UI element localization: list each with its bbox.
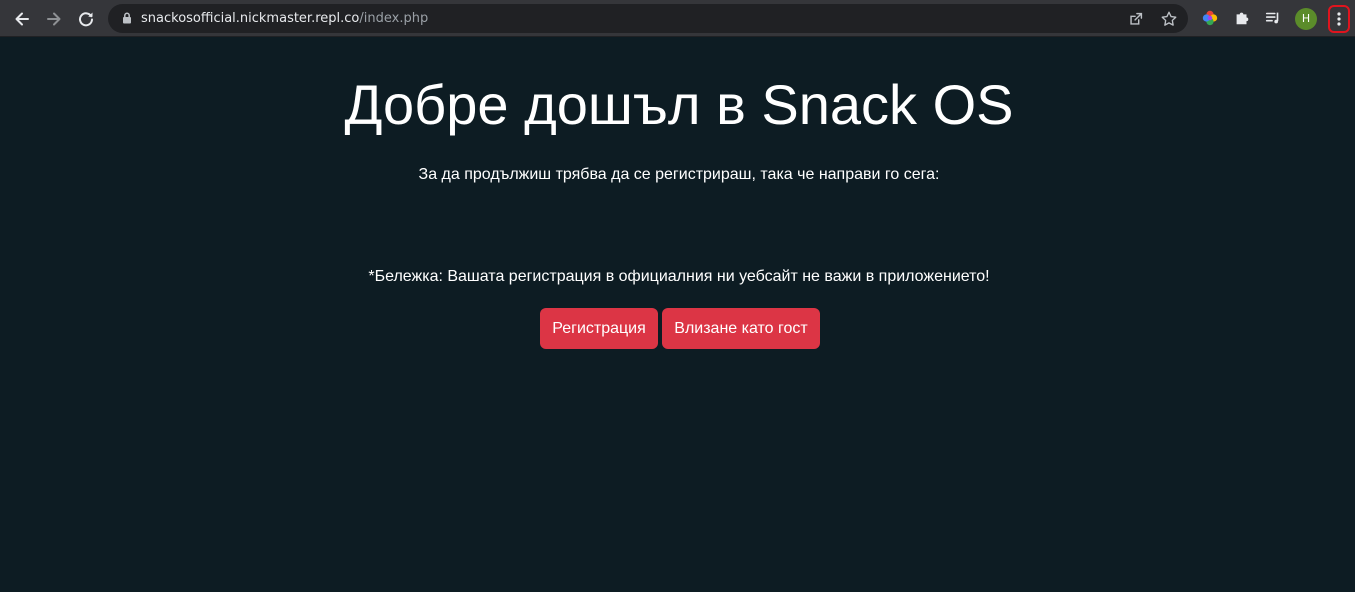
forward-button[interactable] xyxy=(41,6,67,32)
url-host: snackosofficial.nickmaster.repl.co xyxy=(141,11,360,26)
share-icon xyxy=(1130,12,1143,25)
share-button[interactable] xyxy=(1126,9,1146,29)
register-button[interactable]: Регистрация xyxy=(540,308,658,349)
arrow-left-icon xyxy=(15,12,29,26)
url-text[interactable]: snackosofficial.nickmaster.repl.co/index… xyxy=(141,4,428,33)
profile-avatar[interactable]: H xyxy=(1295,8,1317,30)
back-button[interactable] xyxy=(9,6,35,32)
registration-note: *Бележка: Вашата регистрация в официални… xyxy=(368,268,990,285)
guest-login-button[interactable]: Влизане като гост xyxy=(662,308,820,349)
color-extension-button[interactable] xyxy=(1199,7,1221,29)
registration-prompt: За да продължиш трябва да се регистрираш… xyxy=(418,166,940,183)
reload-button[interactable] xyxy=(73,6,99,32)
bookmark-button[interactable] xyxy=(1159,9,1179,29)
more-vertical-icon xyxy=(1337,12,1341,26)
star-icon xyxy=(1161,11,1177,26)
browser-menu-button[interactable] xyxy=(1328,5,1350,33)
lock-icon[interactable] xyxy=(120,11,134,25)
page-content: Добре дошъл в Snack OS За да продължиш т… xyxy=(0,37,1355,592)
media-control-button[interactable] xyxy=(1262,7,1284,29)
page-title: Добре дошъл в Snack OS xyxy=(344,73,1014,136)
puzzle-icon xyxy=(1236,12,1249,25)
reload-icon xyxy=(79,12,93,27)
extensions-button[interactable] xyxy=(1231,7,1253,29)
browser-toolbar: snackosofficial.nickmaster.repl.co/index… xyxy=(0,0,1355,37)
url-path: /index.php xyxy=(359,11,429,26)
address-bar[interactable]: snackosofficial.nickmaster.repl.co/index… xyxy=(108,4,1188,33)
playlist-music-icon xyxy=(1265,12,1279,24)
color-wheel-icon xyxy=(1202,10,1218,26)
arrow-right-icon xyxy=(47,12,61,26)
